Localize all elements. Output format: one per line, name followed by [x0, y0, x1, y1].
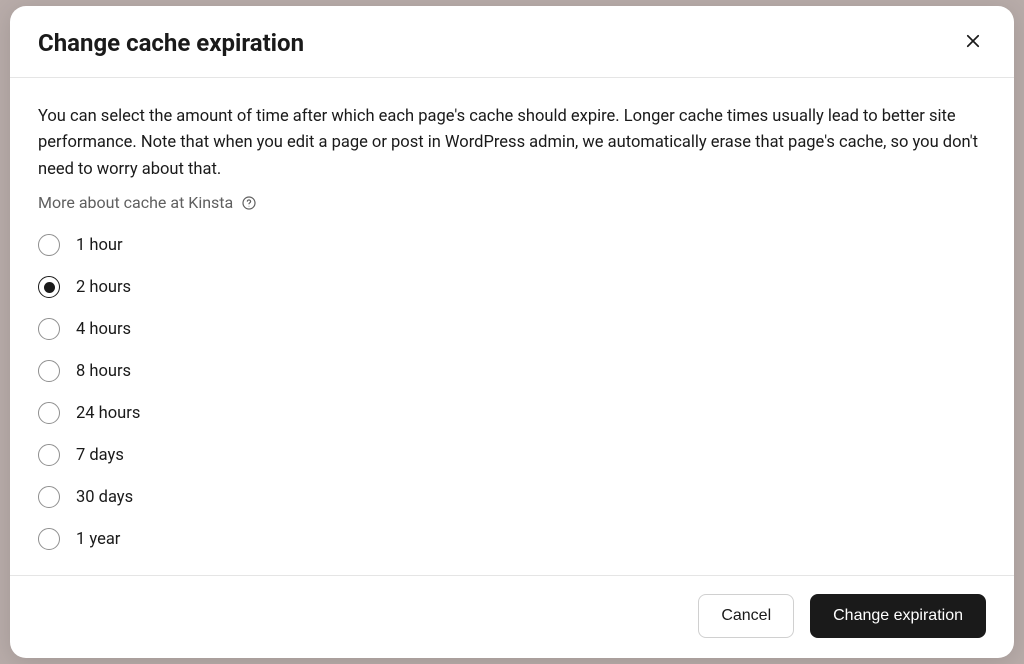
- radio-button[interactable]: [38, 276, 60, 298]
- radio-label: 4 hours: [76, 320, 131, 339]
- radio-button[interactable]: [38, 318, 60, 340]
- radio-button[interactable]: [38, 444, 60, 466]
- expiration-radio-group: 1 hour 2 hours 4 hours 8 hours 24 hours 7 day…: [38, 234, 986, 550]
- modal-body: You can select the amount of time after …: [10, 78, 1014, 575]
- radio-option[interactable]: 30 days: [38, 486, 986, 508]
- radio-label: 24 hours: [76, 404, 140, 423]
- radio-button[interactable]: [38, 360, 60, 382]
- radio-label: 1 year: [76, 530, 120, 549]
- help-icon: [241, 195, 257, 211]
- radio-button[interactable]: [38, 528, 60, 550]
- radio-button[interactable]: [38, 234, 60, 256]
- more-link-text: More about cache at Kinsta: [38, 193, 233, 212]
- radio-option[interactable]: 24 hours: [38, 402, 986, 424]
- radio-option[interactable]: 7 days: [38, 444, 986, 466]
- modal-title: Change cache expiration: [38, 29, 304, 57]
- close-button[interactable]: [960, 28, 986, 57]
- modal-header: Change cache expiration: [10, 6, 1014, 78]
- radio-label: 8 hours: [76, 362, 131, 381]
- radio-option[interactable]: 1 year: [38, 528, 986, 550]
- radio-label: 1 hour: [76, 236, 123, 255]
- close-icon: [964, 32, 982, 53]
- more-about-cache-link[interactable]: More about cache at Kinsta: [38, 193, 257, 212]
- radio-option[interactable]: 4 hours: [38, 318, 986, 340]
- radio-button[interactable]: [38, 402, 60, 424]
- cancel-button[interactable]: Cancel: [698, 594, 794, 638]
- radio-label: 30 days: [76, 488, 133, 507]
- change-cache-expiration-modal: Change cache expiration You can select t…: [10, 6, 1014, 658]
- radio-label: 2 hours: [76, 278, 131, 297]
- radio-option[interactable]: 1 hour: [38, 234, 986, 256]
- radio-label: 7 days: [76, 446, 124, 465]
- modal-description: You can select the amount of time after …: [38, 104, 986, 183]
- change-expiration-button[interactable]: Change expiration: [810, 594, 986, 638]
- radio-button[interactable]: [38, 486, 60, 508]
- radio-option[interactable]: 8 hours: [38, 360, 986, 382]
- modal-footer: Cancel Change expiration: [10, 575, 1014, 658]
- radio-option[interactable]: 2 hours: [38, 276, 986, 298]
